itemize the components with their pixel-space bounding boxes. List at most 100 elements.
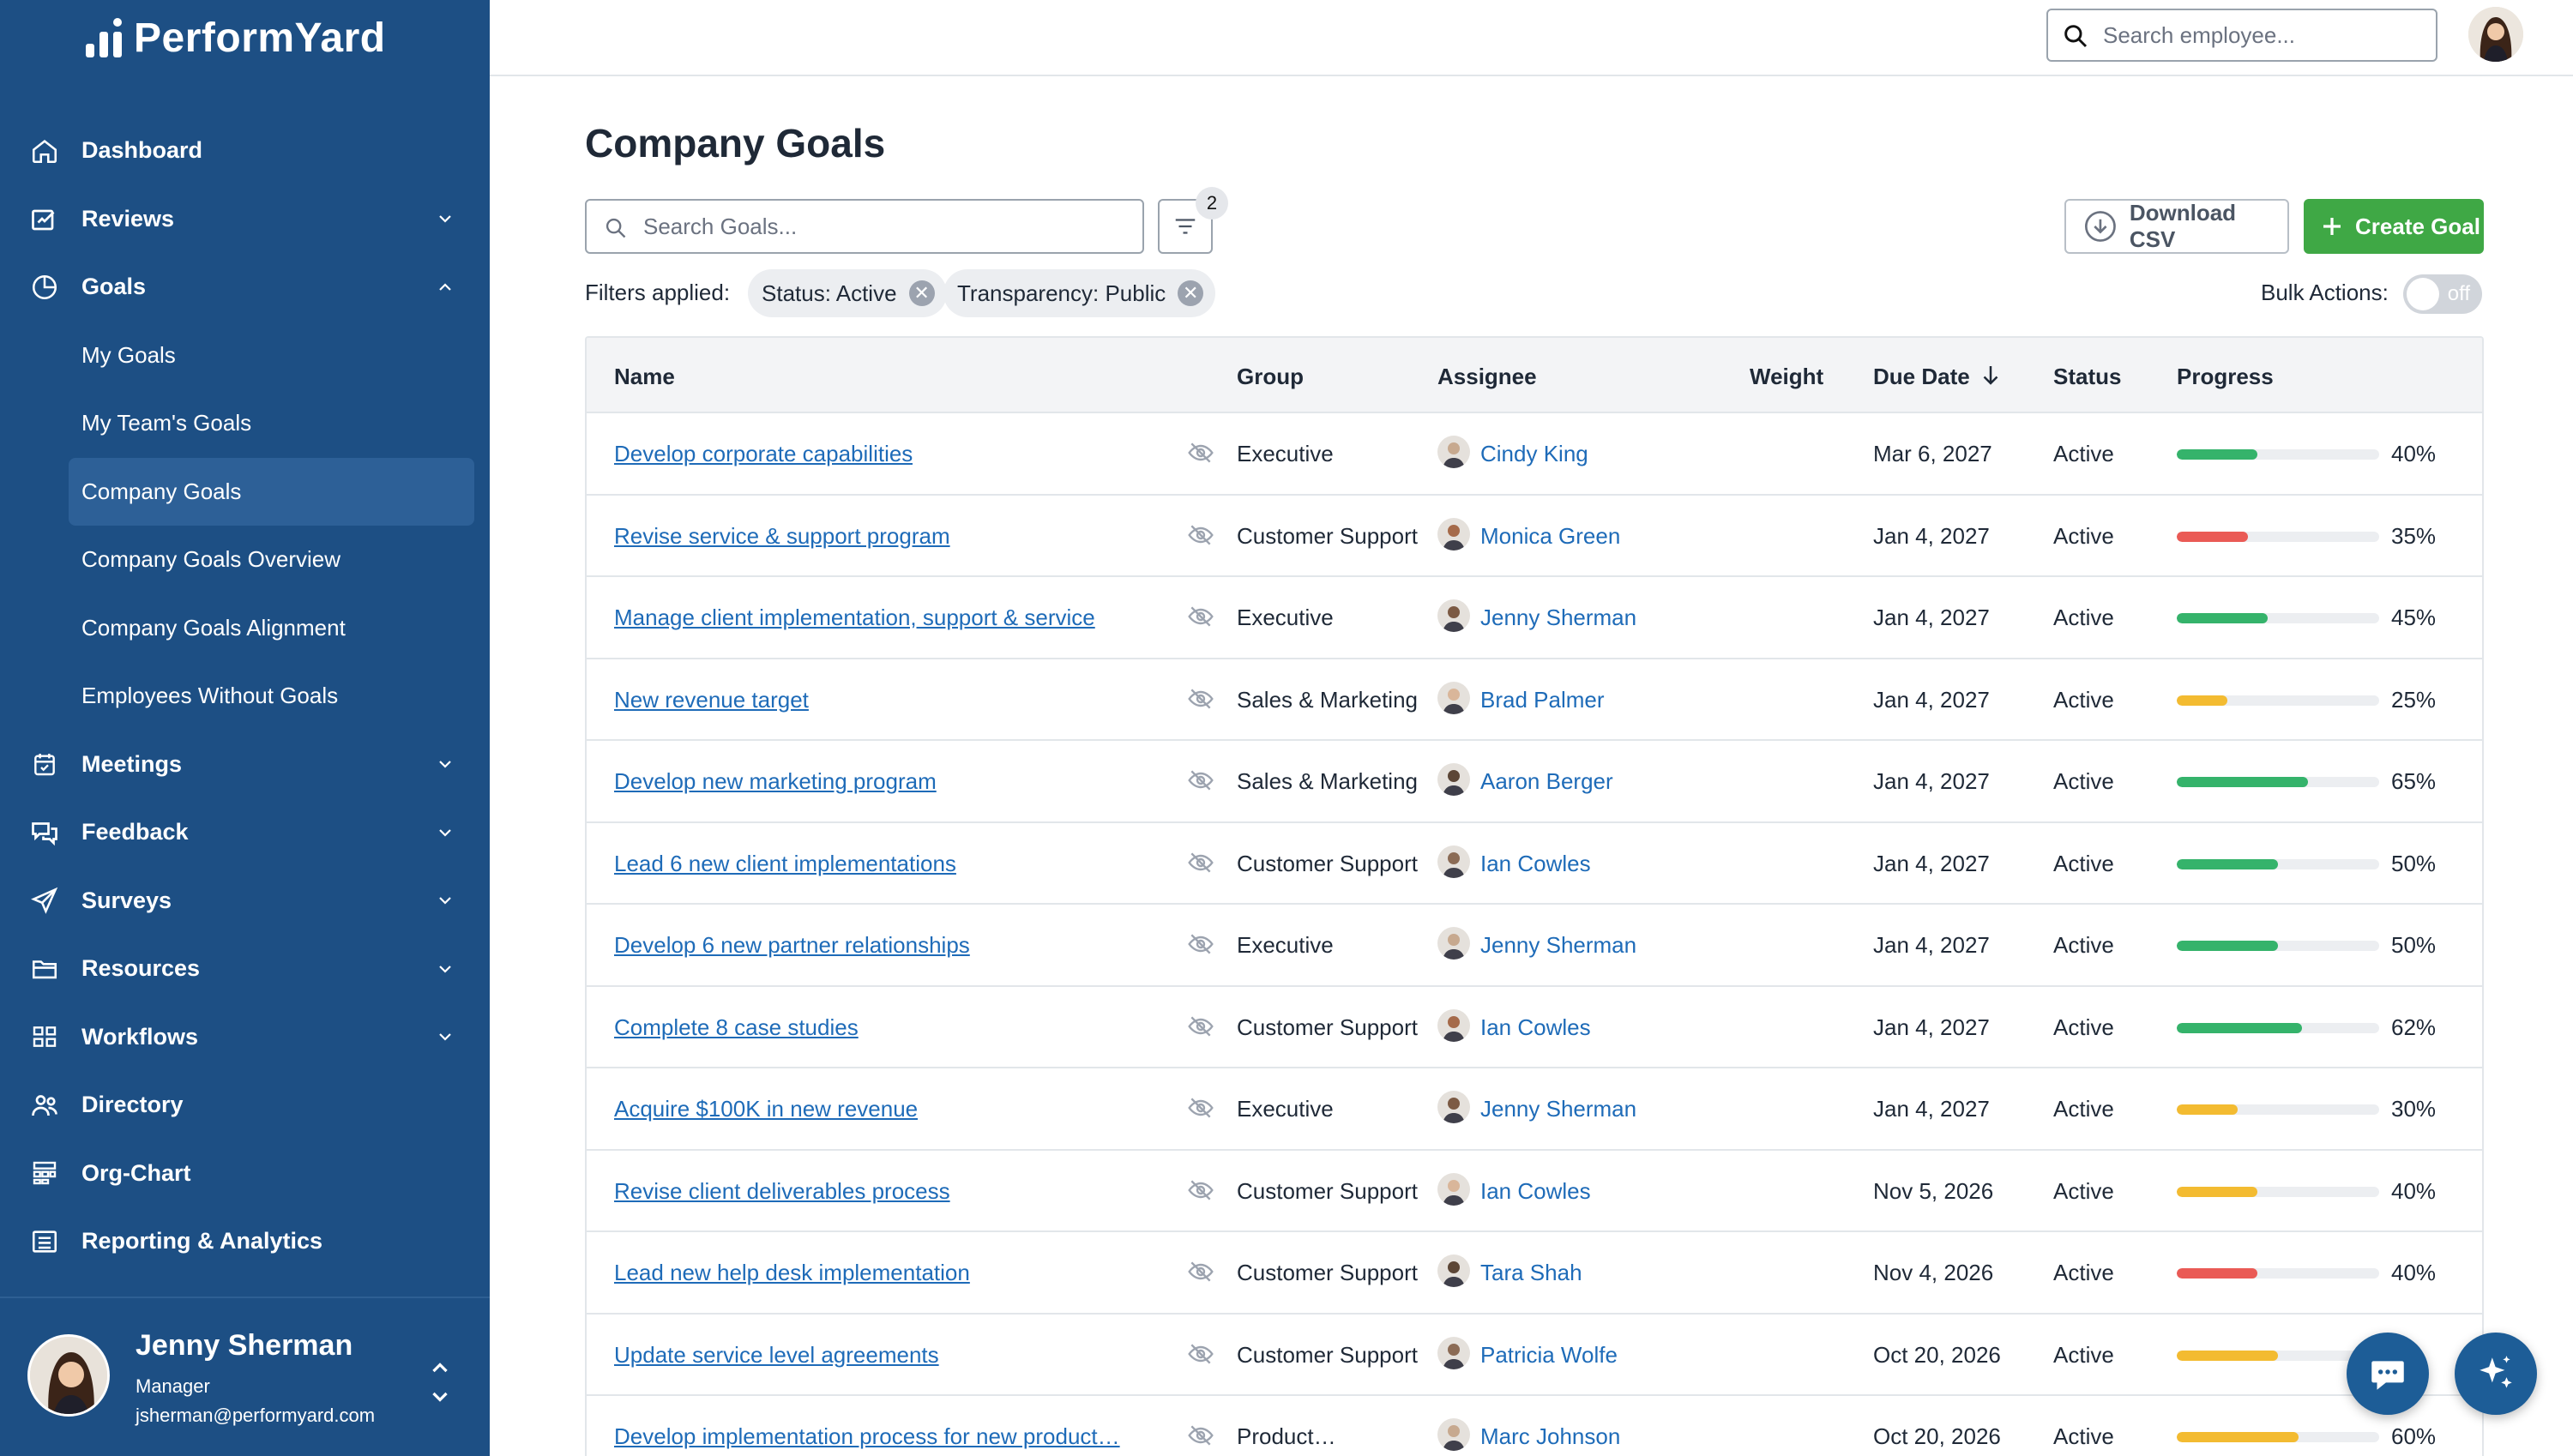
nav-item-goals[interactable]: Goals	[0, 253, 490, 322]
create-goal-label: Create Goal	[2355, 213, 2480, 239]
goal-name-link[interactable]: Develop 6 new partner relationships	[614, 932, 970, 959]
goal-group: Sales & Marketing	[1237, 768, 1418, 794]
column-header-assignee[interactable]: Assignee	[1437, 364, 1537, 390]
nav-item-reporting-analytics[interactable]: Reporting & Analytics	[0, 1207, 490, 1276]
table-row[interactable]: Lead new help desk implementation Custom…	[587, 1232, 2482, 1315]
eye-off-icon[interactable]	[1187, 930, 1214, 958]
eye-off-icon[interactable]	[1187, 685, 1214, 713]
goal-name-link[interactable]: Lead 6 new client implementations	[614, 851, 956, 877]
assignee-link[interactable]: Ian Cowles	[1480, 851, 1591, 877]
goal-name-link[interactable]: Update service level agreements	[614, 1342, 939, 1369]
eye-off-icon[interactable]	[1187, 1176, 1214, 1204]
assignee-link[interactable]: Tara Shah	[1480, 1260, 1582, 1286]
goal-name-link[interactable]: Complete 8 case studies	[614, 1014, 859, 1041]
sub-item-employees-without-goals[interactable]: Employees Without Goals	[0, 662, 490, 731]
assignee-link[interactable]: Monica Green	[1480, 523, 1620, 550]
nav-item-workflows[interactable]: Workflows	[0, 1003, 490, 1072]
sub-item-my-goals[interactable]: My Goals	[0, 322, 490, 390]
nav-item-directory[interactable]: Directory	[0, 1071, 490, 1140]
performyard-logo[interactable]: PerformYard	[86, 12, 386, 63]
reviews-icon	[27, 202, 62, 236]
goal-name-link[interactable]: Develop corporate capabilities	[614, 441, 913, 467]
eye-off-icon[interactable]	[1187, 1258, 1214, 1285]
table-row[interactable]: New revenue target Sales & Marketing Bra…	[587, 659, 2482, 741]
table-row[interactable]: Develop corporate capabilities Executive…	[587, 413, 2482, 496]
nav-item-meetings[interactable]: Meetings	[0, 731, 490, 799]
nav-item-resources[interactable]: Resources	[0, 935, 490, 1003]
sub-item-my-teams-goals[interactable]: My Team's Goals	[0, 389, 490, 458]
goal-name-link[interactable]: Acquire $100K in new revenue	[614, 1096, 918, 1122]
ai-assistant-button[interactable]	[2455, 1333, 2537, 1415]
user-avatar[interactable]	[2468, 7, 2523, 62]
goal-name-link[interactable]: New revenue target	[614, 687, 809, 713]
goal-name-link[interactable]: Revise client deliverables process	[614, 1178, 950, 1205]
assignee-link[interactable]: Ian Cowles	[1480, 1178, 1591, 1205]
filter-chip-transparency: Transparency: Public ✕	[943, 269, 1216, 317]
download-csv-button[interactable]: Download CSV	[2064, 199, 2289, 254]
sub-item-company-goals-overview[interactable]: Company Goals Overview	[0, 526, 490, 594]
column-header-due-date[interactable]: Due Date	[1873, 364, 1970, 390]
assignee-link[interactable]: Cindy King	[1480, 441, 1588, 467]
bulk-actions-toggle[interactable]: off	[2403, 274, 2482, 314]
table-row[interactable]: Acquire $100K in new revenue Executive J…	[587, 1068, 2482, 1151]
goal-name-link[interactable]: Revise service & support program	[614, 523, 950, 550]
assignee-link[interactable]: Brad Palmer	[1480, 687, 1605, 713]
eye-off-icon[interactable]	[1187, 603, 1214, 630]
eye-off-icon[interactable]	[1187, 1340, 1214, 1368]
table-row[interactable]: Develop implementation process for new p…	[587, 1396, 2482, 1456]
column-header-weight[interactable]: Weight	[1750, 364, 1823, 390]
chat-button[interactable]	[2347, 1333, 2429, 1415]
table-row[interactable]: Manage client implementation, support & …	[587, 577, 2482, 659]
table-row[interactable]: Update service level agreements Customer…	[587, 1315, 2482, 1396]
sub-item-company-goals-alignment[interactable]: Company Goals Alignment	[0, 594, 490, 663]
goal-name-link[interactable]: Develop new marketing program	[614, 768, 937, 795]
goal-name-link[interactable]: Develop implementation process for new p…	[614, 1423, 1120, 1450]
table-row[interactable]: Complete 8 case studies Customer Support…	[587, 987, 2482, 1068]
table-row[interactable]: Revise client deliverables process Custo…	[587, 1151, 2482, 1232]
table-row[interactable]: Lead 6 new client implementations Custom…	[587, 823, 2482, 905]
assignee-link[interactable]: Marc Johnson	[1480, 1423, 1620, 1450]
nav-item-feedback[interactable]: Feedback	[0, 798, 490, 867]
assignee-link[interactable]: Jenny Sherman	[1480, 605, 1636, 631]
due-date: Jan 4, 2027	[1873, 932, 1990, 958]
employee-search-input[interactable]: Search employee...	[2046, 9, 2437, 62]
chevron-up-down-icon[interactable]	[429, 1358, 451, 1406]
eye-off-icon[interactable]	[1187, 1013, 1214, 1040]
table-row[interactable]: Revise service & support program Custome…	[587, 496, 2482, 577]
nav-item-dashboard[interactable]: Dashboard	[0, 117, 490, 185]
sort-descending-icon[interactable]	[1978, 362, 2004, 388]
create-goal-button[interactable]: Create Goal	[2304, 199, 2484, 254]
assignee-link[interactable]: Ian Cowles	[1480, 1014, 1591, 1041]
folder-icon	[27, 952, 62, 986]
goal-name-link[interactable]: Lead new help desk implementation	[614, 1260, 970, 1286]
filter-chip-label: Status: Active	[762, 280, 897, 306]
eye-off-icon[interactable]	[1187, 521, 1214, 549]
table-row[interactable]: Develop 6 new partner relationships Exec…	[587, 905, 2482, 987]
remove-filter-icon[interactable]: ✕	[1178, 280, 1204, 306]
sub-item-company-goals[interactable]: Company Goals	[69, 457, 474, 526]
table-row[interactable]: Develop new marketing program Sales & Ma…	[587, 741, 2482, 823]
eye-off-icon[interactable]	[1187, 849, 1214, 876]
goal-search-input[interactable]: Search Goals...	[585, 199, 1144, 254]
column-header-status[interactable]: Status	[2053, 364, 2121, 390]
assignee-link[interactable]: Patricia Wolfe	[1480, 1342, 1618, 1369]
column-header-name[interactable]: Name	[614, 364, 675, 390]
nav-label: Org-Chart	[81, 1159, 191, 1186]
eye-off-icon[interactable]	[1187, 767, 1214, 794]
assignee-link[interactable]: Jenny Sherman	[1480, 932, 1636, 959]
nav-item-surveys[interactable]: Surveys	[0, 867, 490, 936]
eye-off-icon[interactable]	[1187, 1422, 1214, 1449]
due-date: Jan 4, 2027	[1873, 1014, 1990, 1040]
eye-off-icon[interactable]	[1187, 1094, 1214, 1122]
assignee-link[interactable]: Aaron Berger	[1480, 768, 1613, 795]
column-header-group[interactable]: Group	[1237, 364, 1304, 390]
user-profile[interactable]: Jenny Sherman Manager jsherman@performya…	[0, 1297, 490, 1456]
eye-off-icon[interactable]	[1187, 439, 1214, 466]
remove-filter-icon[interactable]: ✕	[908, 280, 935, 306]
nav-item-org-chart[interactable]: Org-Chart	[0, 1140, 490, 1208]
nav-item-reviews[interactable]: Reviews	[0, 185, 490, 254]
nav-label: Dashboard	[81, 137, 203, 164]
column-header-progress[interactable]: Progress	[2177, 364, 2274, 390]
assignee-link[interactable]: Jenny Sherman	[1480, 1096, 1636, 1122]
goal-name-link[interactable]: Manage client implementation, support & …	[614, 605, 1095, 631]
